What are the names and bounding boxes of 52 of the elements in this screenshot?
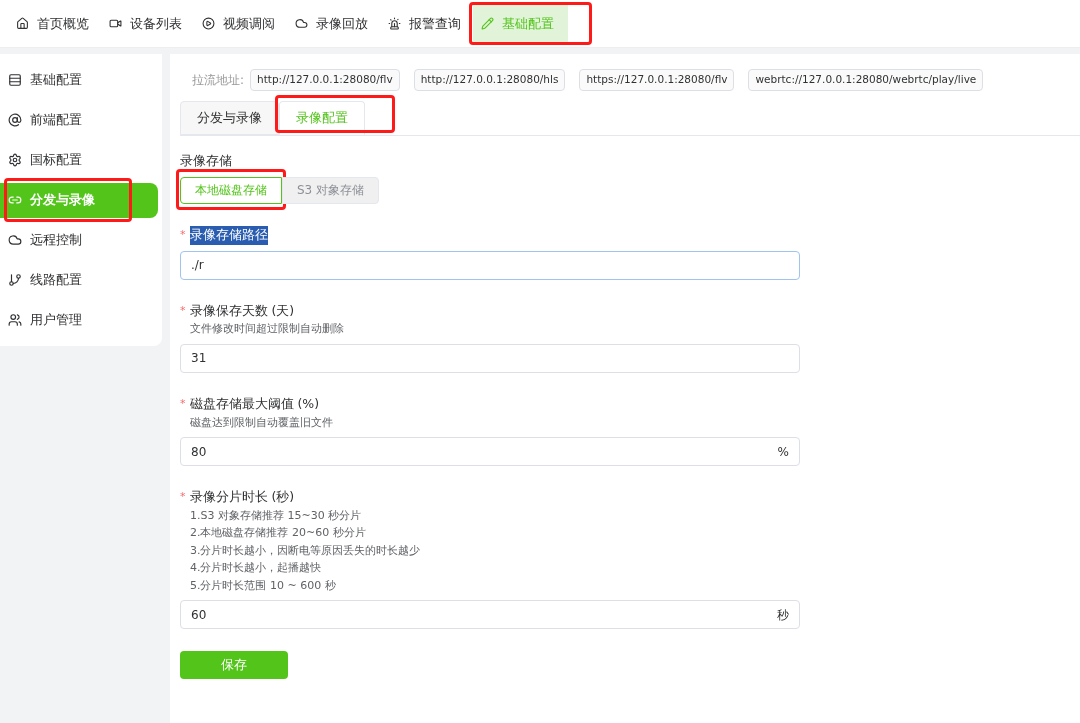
input-field[interactable]: 60 秒 <box>180 600 800 630</box>
sidebar-item[interactable]: 前端配置 <box>0 102 158 138</box>
sidebar-item[interactable]: 远程控制 <box>0 222 158 258</box>
siren-icon <box>388 17 401 30</box>
stream-url-tag[interactable]: webrtc://127.0.0.1:28080/webrtc/play/live <box>748 69 984 91</box>
field-label: 录像存储路径 <box>189 225 268 245</box>
stream-url-label: 拉流地址: <box>192 72 245 89</box>
input-suffix: % <box>777 443 789 461</box>
required-mark: * <box>180 302 186 319</box>
required-mark: * <box>180 489 186 506</box>
field-hint: 4.分片时长越小，起播越快 <box>189 560 323 577</box>
required-mark: * <box>180 226 186 243</box>
cloud-icon <box>8 233 22 247</box>
nav-tab[interactable]: 首页概览 <box>8 4 97 43</box>
input-field[interactable]: 80 % <box>180 437 800 466</box>
input-field[interactable]: 31 <box>180 343 800 373</box>
users-icon <box>8 313 22 327</box>
video-camera-icon <box>109 17 122 30</box>
field-hint: 2.本地磁盘存储推荐 20~60 秒分片 <box>189 525 367 542</box>
list-icon <box>8 73 22 87</box>
sidebar-item[interactable]: 用户管理 <box>0 302 158 338</box>
nav-tab[interactable]: 报警查询 <box>380 4 469 43</box>
settings-icon <box>8 153 22 167</box>
nav-tab[interactable]: 录像回放 <box>287 4 376 43</box>
field-hint: 文件修改时间超过限制自动删除 <box>189 321 345 338</box>
pencil-icon <box>481 17 494 30</box>
field-hint: 1.S3 对象存储推荐 15~30 秒分片 <box>189 507 363 524</box>
field-label: 录像保存天数 (天) <box>189 301 295 320</box>
sidebar-item[interactable]: 线路配置 <box>0 262 158 298</box>
sidebar-item[interactable]: 国标配置 <box>0 142 158 178</box>
input-suffix: 秒 <box>777 606 789 624</box>
field-label: 录像分片时长 (秒) <box>189 488 295 506</box>
stream-url-tag[interactable]: http://127.0.0.1:28080/hls <box>413 69 566 91</box>
branch-icon <box>8 273 22 287</box>
required-mark: * <box>180 395 186 412</box>
field-hint: 3.分片时长越小，因断电等原因丢失的时长越少 <box>189 542 422 559</box>
input-field[interactable]: ./r <box>180 250 800 280</box>
field-hint: 5.分片时长范围 10 ~ 600 秒 <box>189 577 337 594</box>
stream-url-tag[interactable]: http://127.0.0.1:28080/flv <box>250 69 400 91</box>
nav-tab[interactable]: 视频调阅 <box>194 4 283 43</box>
field-hint: 磁盘达到限制自动覆盖旧文件 <box>189 414 334 431</box>
stream-url-tag[interactable]: https://127.0.0.1:28080/flv <box>579 69 735 91</box>
nav-tab[interactable]: 设备列表 <box>101 4 190 43</box>
tab[interactable]: 分发与录像 <box>180 101 279 135</box>
cloud-icon <box>295 17 308 30</box>
section-label: 录像存储 <box>180 152 233 170</box>
sidebar-item[interactable]: 基础配置 <box>0 62 158 98</box>
field-label: 磁盘存储最大阈值 (%) <box>189 394 320 413</box>
home-icon <box>16 17 29 30</box>
at-sign-icon <box>8 113 22 127</box>
play-circle-icon <box>202 17 215 30</box>
link-icon <box>8 193 22 207</box>
